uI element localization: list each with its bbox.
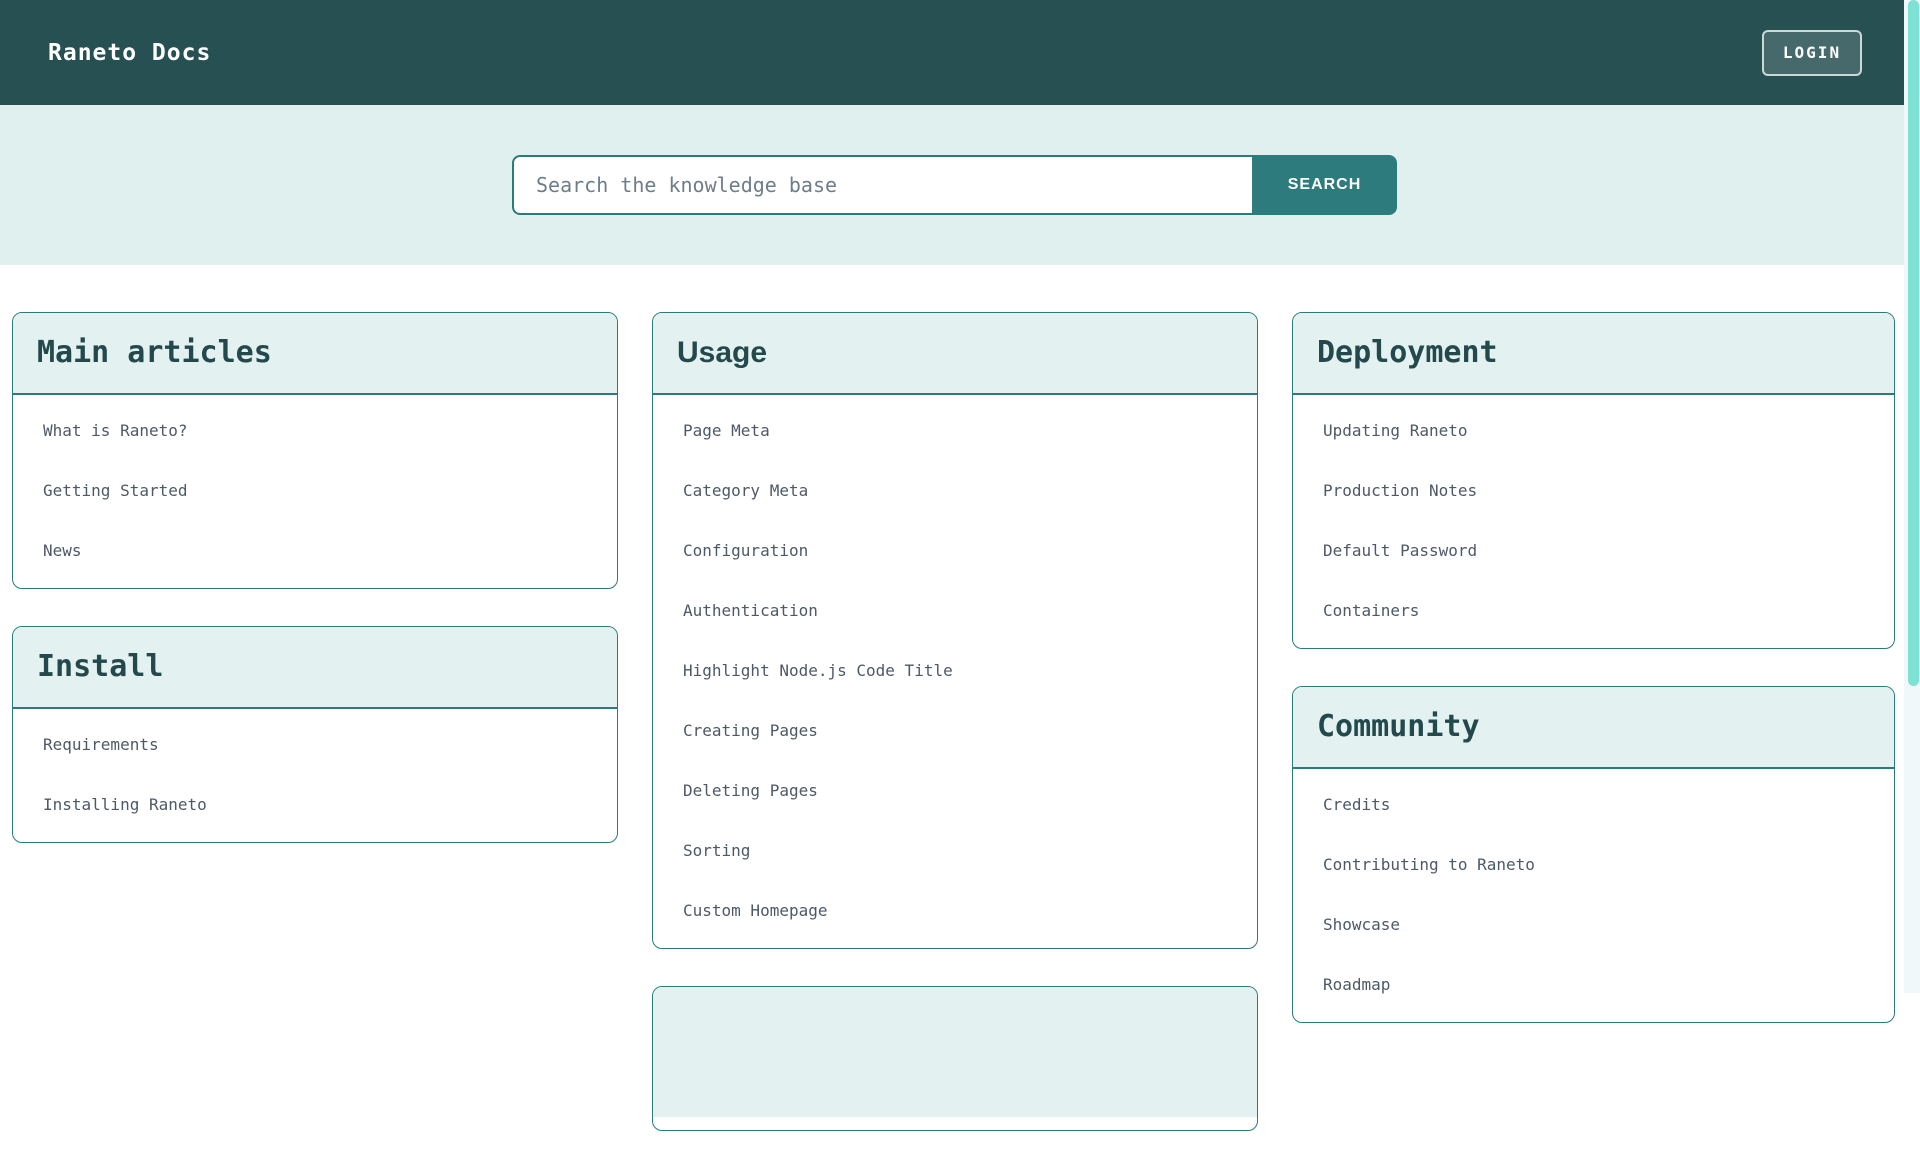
site-title: Raneto Docs <box>48 40 211 66</box>
category-item-link[interactable]: What is Raneto? <box>13 400 617 460</box>
category-item-list: RequirementsInstalling Raneto <box>13 709 617 842</box>
page-scrollbar-thumb[interactable] <box>1908 0 1919 686</box>
category-item-link[interactable]: News <box>13 520 617 580</box>
category-card: Install RequirementsInstalling Raneto <box>12 626 618 843</box>
category-item-link[interactable]: Installing Raneto <box>13 774 617 834</box>
category-card: Usage Page MetaCategory MetaConfiguratio… <box>652 312 1258 949</box>
category-card-header: Deployment <box>1293 313 1894 395</box>
category-title <box>677 1009 1233 1045</box>
top-navbar: Raneto Docs LOGIN <box>0 0 1920 105</box>
category-item-list <box>653 1117 1257 1130</box>
cards-column-right: Deployment Updating RanetoProduction Not… <box>1292 312 1895 1060</box>
category-card <box>652 986 1258 1131</box>
category-card-header: Usage <box>653 313 1257 395</box>
category-item-link[interactable]: Highlight Node.js Code Title <box>653 640 1257 700</box>
category-item-link[interactable]: Page Meta <box>653 400 1257 460</box>
category-title: Install <box>37 649 593 685</box>
category-item-link[interactable]: Custom Homepage <box>653 880 1257 940</box>
login-button[interactable]: LOGIN <box>1762 30 1862 76</box>
search-bar: SEARCH <box>512 155 1397 215</box>
category-card-header: Install <box>13 627 617 709</box>
search-hero-band: SEARCH <box>0 105 1920 265</box>
category-item-list: Page MetaCategory MetaConfigurationAuthe… <box>653 395 1257 948</box>
cards-column-middle: Usage Page MetaCategory MetaConfiguratio… <box>652 312 1258 1168</box>
category-item-list: What is Raneto?Getting StartedNews <box>13 395 617 588</box>
category-item-link[interactable]: Configuration <box>653 520 1257 580</box>
category-item-link[interactable]: Roadmap <box>1293 954 1894 1014</box>
category-title: Deployment <box>1317 335 1870 371</box>
category-card: Main articles What is Raneto?Getting Sta… <box>12 312 618 589</box>
category-item-link[interactable]: Production Notes <box>1293 460 1894 520</box>
category-title: Main articles <box>37 335 593 371</box>
page-scrollbar-track[interactable] <box>1904 0 1920 993</box>
search-button[interactable]: SEARCH <box>1252 155 1397 215</box>
cards-column-left: Main articles What is Raneto?Getting Sta… <box>12 312 618 880</box>
category-item-link[interactable]: Authentication <box>653 580 1257 640</box>
category-card-header: Main articles <box>13 313 617 395</box>
category-item-link[interactable]: Containers <box>1293 580 1894 640</box>
search-input[interactable] <box>512 155 1252 215</box>
category-card-header <box>653 987 1257 1117</box>
category-item-link[interactable]: Creating Pages <box>653 700 1257 760</box>
category-card: Deployment Updating RanetoProduction Not… <box>1292 312 1895 649</box>
category-title: Usage <box>677 335 1233 371</box>
category-item-link[interactable]: Default Password <box>1293 520 1894 580</box>
category-item-link[interactable]: Credits <box>1293 774 1894 834</box>
category-item-link[interactable]: Showcase <box>1293 894 1894 954</box>
category-item-link[interactable]: Sorting <box>653 820 1257 880</box>
category-title: Community <box>1317 709 1870 745</box>
category-item-link[interactable]: Getting Started <box>13 460 617 520</box>
category-card-header: Community <box>1293 687 1894 769</box>
category-item-link[interactable]: Category Meta <box>653 460 1257 520</box>
category-item-list: Updating RanetoProduction NotesDefault P… <box>1293 395 1894 648</box>
category-item-link[interactable]: Updating Raneto <box>1293 400 1894 460</box>
category-item-link[interactable]: Deleting Pages <box>653 760 1257 820</box>
category-card: Community CreditsContributing to RanetoS… <box>1292 686 1895 1023</box>
category-item-link[interactable]: Contributing to Raneto <box>1293 834 1894 894</box>
category-item-link[interactable]: Requirements <box>13 714 617 774</box>
category-item-list: CreditsContributing to RanetoShowcaseRoa… <box>1293 769 1894 1022</box>
